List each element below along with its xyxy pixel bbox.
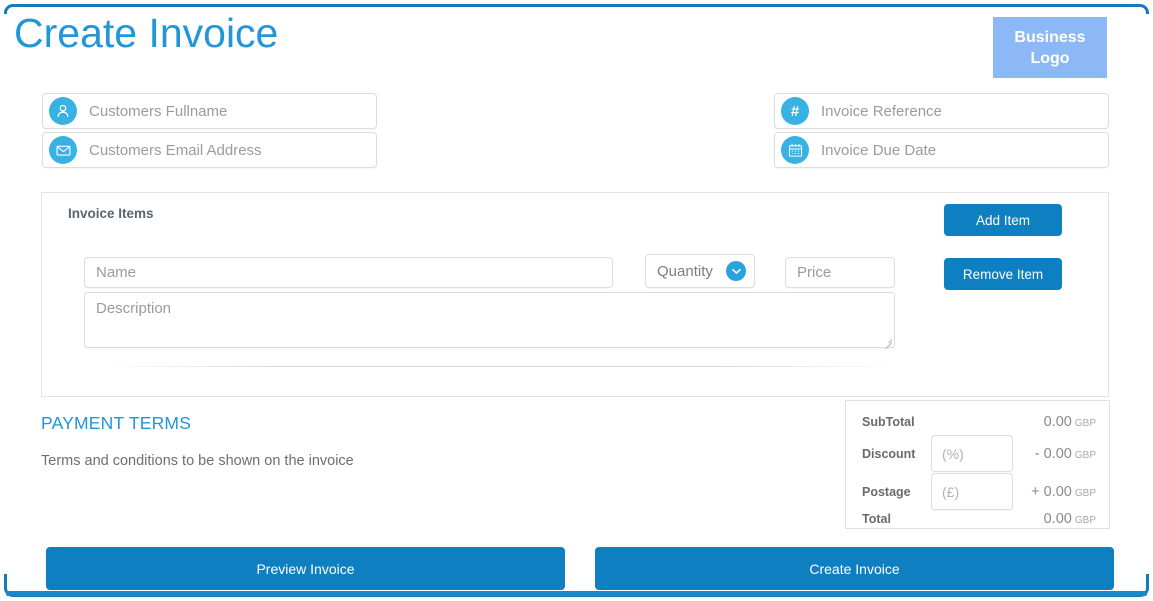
item-description-textarea[interactable]: Description <box>84 292 895 350</box>
subtotal-label: SubTotal <box>862 415 915 429</box>
total-label: Total <box>862 512 891 526</box>
frame-mask-right <box>1144 14 1153 574</box>
items-separator <box>104 366 894 367</box>
total-currency: GBP <box>1074 515 1096 526</box>
total-value: 0.00 GBP <box>1043 511 1096 527</box>
customer-fullname-placeholder: Customers Fullname <box>89 102 228 120</box>
user-icon <box>49 97 77 125</box>
business-logo-line2: Logo <box>1030 49 1070 67</box>
bottom-accent-bar <box>6 591 1147 596</box>
item-name-input[interactable]: Name <box>84 257 613 288</box>
discount-value: - 0.00 GBP <box>1034 446 1096 462</box>
business-logo[interactable]: Business Logo <box>993 17 1107 78</box>
postage-label: Postage <box>862 485 911 499</box>
discount-currency: GBP <box>1074 450 1096 461</box>
discount-input[interactable]: (%) <box>931 435 1013 472</box>
envelope-icon <box>49 136 77 164</box>
item-price-placeholder: Price <box>797 264 832 281</box>
total-row: Total 0.00 GBP <box>846 506 1109 532</box>
discount-label: Discount <box>862 447 916 461</box>
postage-currency: GBP <box>1074 488 1096 499</box>
subtotal-value: 0.00 GBP <box>1043 414 1096 430</box>
item-description-placeholder: Description <box>96 300 172 317</box>
invoice-items-heading: Invoice Items <box>68 206 154 221</box>
item-quantity-label: Quantity <box>657 262 713 280</box>
customer-email-field[interactable]: Customers Email Address <box>42 132 377 168</box>
postage-value: + 0.00 GBP <box>1031 484 1096 500</box>
create-invoice-button[interactable]: Create Invoice <box>595 547 1114 590</box>
preview-invoice-button[interactable]: Preview Invoice <box>46 547 565 590</box>
invoice-due-date-placeholder: Invoice Due Date <box>821 141 937 159</box>
add-item-button[interactable]: Add Item <box>944 204 1062 236</box>
remove-item-button[interactable]: Remove Item <box>944 258 1062 290</box>
calendar-icon <box>781 136 809 164</box>
chevron-down-icon[interactable] <box>726 261 746 281</box>
totals-panel: SubTotal 0.00 GBP Discount (%) - 0.00 GBP … <box>845 400 1110 529</box>
invoice-due-date-field[interactable]: Invoice Due Date <box>774 132 1109 168</box>
frame-mask-left <box>0 14 9 574</box>
page-title: Create Invoice <box>14 10 279 56</box>
business-logo-line1: Business <box>1014 28 1086 46</box>
subtotal-row: SubTotal 0.00 GBP <box>846 409 1109 435</box>
item-price-input[interactable]: Price <box>785 257 895 288</box>
customer-email-placeholder: Customers Email Address <box>89 141 262 159</box>
payment-terms-title: PAYMENT TERMS <box>41 413 192 433</box>
postage-row: Postage (£) + 0.00 GBP <box>846 473 1109 510</box>
invoice-items-panel: Invoice Items Name Quantity Price Descri… <box>41 192 1109 397</box>
postage-placeholder: (£) <box>942 483 960 500</box>
resize-handle-icon[interactable] <box>882 335 893 350</box>
hash-icon: # <box>781 97 809 125</box>
discount-row: Discount (%) - 0.00 GBP <box>846 435 1109 472</box>
discount-placeholder: (%) <box>942 445 964 462</box>
subtotal-currency: GBP <box>1074 418 1096 429</box>
payment-terms-description[interactable]: Terms and conditions to be shown on the … <box>41 453 354 469</box>
create-invoice-page: Create Invoice Business Logo Customers F… <box>0 0 1153 601</box>
item-quantity-select[interactable]: Quantity <box>645 254 755 288</box>
postage-input[interactable]: (£) <box>931 473 1013 510</box>
invoice-reference-field[interactable]: # Invoice Reference <box>774 93 1109 129</box>
customer-fullname-field[interactable]: Customers Fullname <box>42 93 377 129</box>
invoice-reference-placeholder: Invoice Reference <box>821 102 942 120</box>
item-name-placeholder: Name <box>96 264 137 281</box>
